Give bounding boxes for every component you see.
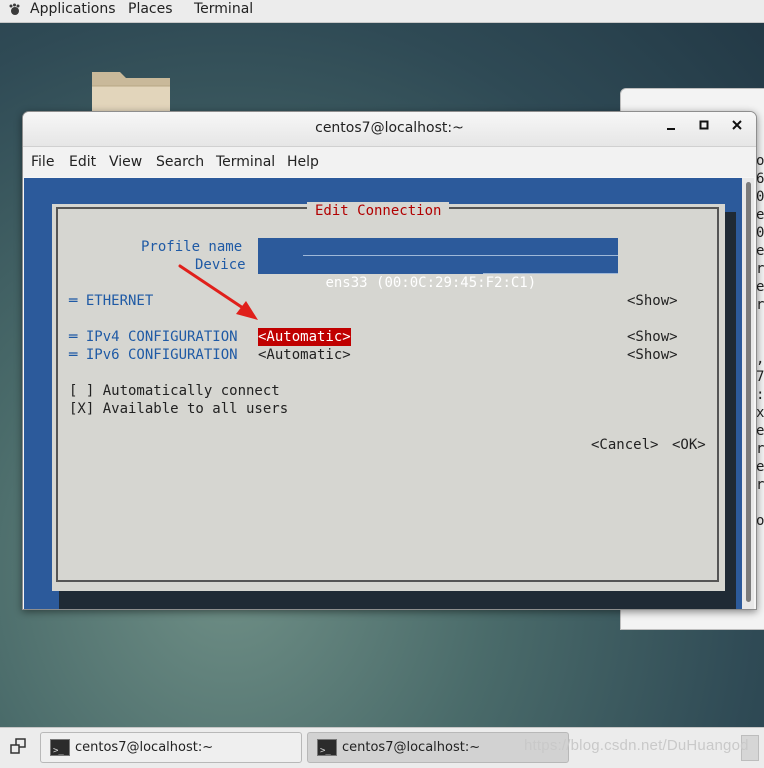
maximize-icon [699, 120, 709, 130]
menu-terminal[interactable]: Terminal [216, 154, 275, 170]
ipv6-mode-button[interactable]: <Automatic> [258, 346, 351, 364]
ethernet-section[interactable]: ═ ETHERNET [69, 292, 153, 310]
scrollbar-thumb[interactable] [746, 182, 751, 602]
applications-menu[interactable]: Applications [30, 0, 116, 22]
menu-help[interactable]: Help [287, 154, 319, 170]
terminal-app-menu[interactable]: Terminal [194, 0, 253, 22]
dialog-shadow-bottom [59, 591, 736, 609]
dialog-shadow [725, 212, 736, 607]
device-label: Device [195, 257, 246, 273]
cancel-button[interactable]: <Cancel> [591, 436, 658, 454]
minimize-button[interactable] [662, 119, 680, 137]
profile-name-label: Profile name [141, 239, 243, 255]
gnome-foot-icon [9, 3, 20, 15]
folder-icon[interactable] [88, 68, 174, 116]
titlebar[interactable]: centos7@localhost:~ [23, 112, 756, 147]
ok-button[interactable]: <OK> [672, 436, 706, 454]
taskbar-item-label: centos7@localhost:~ [75, 740, 214, 755]
edit-connection-dialog: Edit Connection Profile name ens33 Devic… [52, 202, 725, 591]
device-value: ens33 (00:0C:29:45:F2:C1) [325, 275, 537, 291]
ipv4-mode-button[interactable]: <Automatic> [258, 328, 351, 346]
ipv4-show-button[interactable]: <Show> [627, 328, 678, 346]
ipv6-show-button[interactable]: <Show> [627, 346, 678, 364]
watermark: https://blog.csdn.net/DuHuangod [524, 737, 749, 754]
places-menu[interactable]: Places [128, 0, 173, 22]
device-input[interactable]: ens33 (00:0C:29:45:F2:C1) [258, 256, 618, 291]
menu-file[interactable]: File [31, 154, 54, 170]
ipv4-section: ═ IPv4 CONFIGURATION [69, 329, 238, 345]
show-desktop-icon[interactable] [10, 738, 26, 754]
close-icon [732, 120, 742, 130]
menu-search[interactable]: Search [156, 154, 204, 170]
scrollbar[interactable] [742, 178, 754, 609]
menu-view[interactable]: View [109, 154, 142, 170]
menubar: File Edit View Search Terminal Help [23, 147, 756, 177]
auto-connect-checkbox[interactable]: [ ] Automatically connect [69, 382, 280, 400]
terminal-window[interactable]: centos7@localhost:~ File Edit View Searc… [22, 111, 757, 610]
profile-name-input[interactable]: ens33 [258, 238, 618, 273]
dialog-title: Edit Connection [307, 202, 450, 220]
menu-edit[interactable]: Edit [69, 154, 96, 170]
all-users-checkbox[interactable]: [X] Available to all users [69, 400, 288, 418]
device-underline [483, 273, 618, 274]
terminal-content[interactable]: Edit Connection Profile name ens33 Devic… [24, 178, 754, 609]
taskbar-item-terminal-1[interactable]: centos7@localhost:~ [40, 732, 302, 766]
taskbar-item-label: centos7@localhost:~ [342, 740, 481, 755]
background-window-text: o 6 0 e 0 e r e r , 7 : x e r e r o [756, 153, 764, 529]
ethernet-show-button[interactable]: <Show> [627, 292, 678, 310]
minimize-icon [667, 128, 675, 130]
top-panel: Applications Places Terminal [0, 0, 764, 23]
maximize-button[interactable] [695, 119, 713, 137]
close-button[interactable] [728, 119, 746, 137]
ipv6-section: ═ IPv6 CONFIGURATION [69, 347, 238, 363]
terminal-icon [317, 737, 337, 766]
window-title: centos7@localhost:~ [315, 120, 464, 136]
terminal-icon [50, 737, 70, 766]
